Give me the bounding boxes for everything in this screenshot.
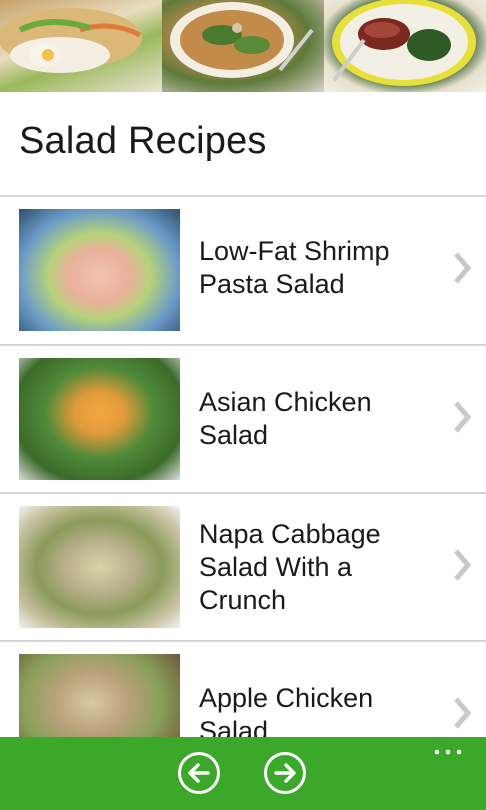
recipe-item-napa-cabbage-salad[interactable]: Napa Cabbage Salad With a Crunch xyxy=(0,494,486,642)
recipe-title: Asian Chicken Salad xyxy=(199,387,372,450)
page-title: Salad Recipes xyxy=(19,120,267,162)
recipe-item-asian-chicken-salad[interactable]: Asian Chicken Salad xyxy=(0,346,486,494)
chevron-right-icon xyxy=(454,549,472,581)
chevron-right-icon xyxy=(454,252,472,284)
shrimp-pasta-salad-photo xyxy=(19,209,180,331)
steak-plate-photo xyxy=(324,0,486,92)
recipe-title: Low-Fat Shrimp Pasta Salad xyxy=(199,236,390,299)
chevron-right-icon xyxy=(454,697,472,729)
chevron-right-icon xyxy=(454,401,472,433)
back-arrow-icon xyxy=(188,763,210,783)
asian-chicken-salad-photo xyxy=(19,358,180,480)
app-bar xyxy=(0,737,486,810)
forward-arrow-icon xyxy=(274,763,296,783)
forward-button[interactable] xyxy=(264,752,306,794)
recipe-title: Napa Cabbage Salad With a Crunch xyxy=(199,519,381,615)
recipe-list: Low-Fat Shrimp Pasta Salad Asian Chicken S… xyxy=(0,197,486,790)
recipe-item-low-fat-shrimp-pasta-salad[interactable]: Low-Fat Shrimp Pasta Salad xyxy=(0,197,486,346)
more-dots-icon[interactable] xyxy=(433,748,463,756)
sandwich-photo xyxy=(0,0,162,92)
napa-cabbage-salad-photo xyxy=(19,506,180,628)
header-photo-strip xyxy=(0,0,486,92)
salad-bowl-photo xyxy=(162,0,324,92)
back-button[interactable] xyxy=(178,752,220,794)
